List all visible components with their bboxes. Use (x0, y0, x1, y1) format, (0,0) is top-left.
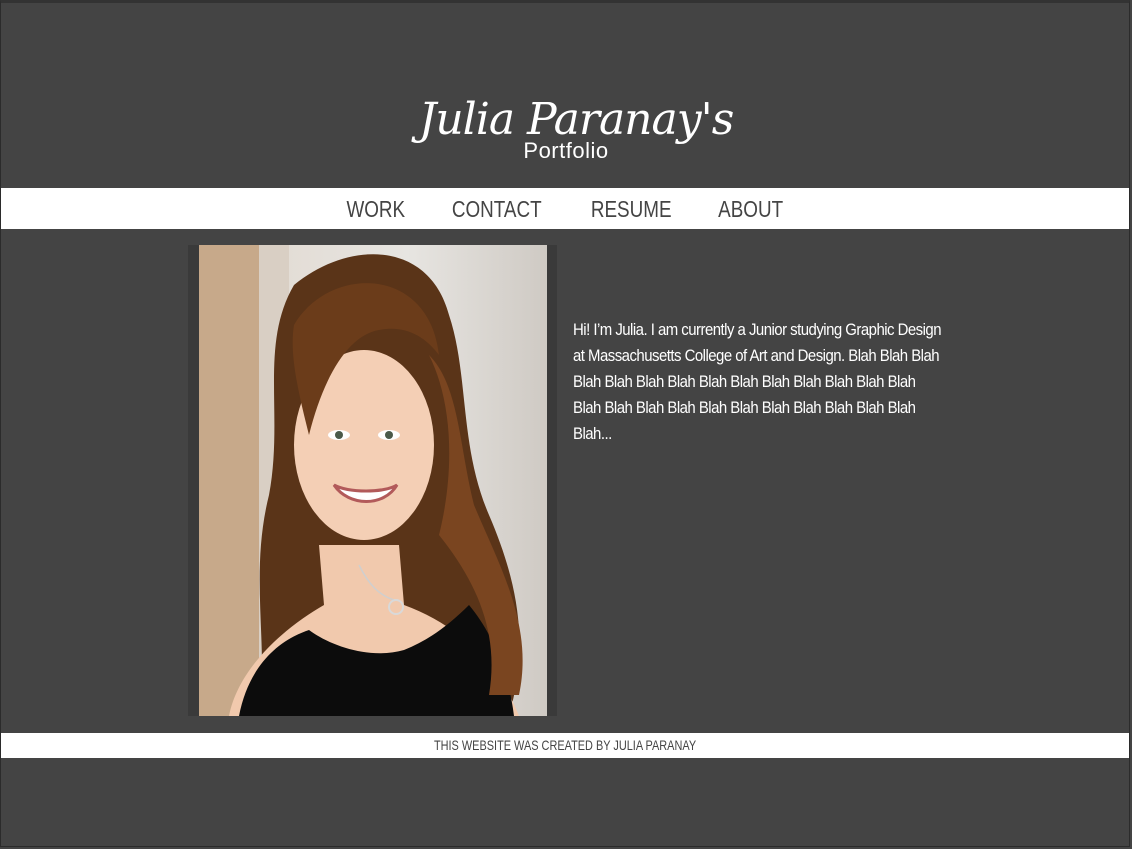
logo-subtitle: Portfolio (523, 138, 609, 163)
footer-credit: THIS WEBSITE WAS CREATED BY JULIA PARANA… (433, 737, 697, 753)
nav-item-resume[interactable]: RESUME (591, 188, 672, 231)
profile-photo (199, 245, 547, 716)
about-paragraph: Hi! I’m Julia. I am currently a Junior s… (573, 320, 942, 443)
site-logo[interactable]: Julia Paranay's Portfolio (0, 95, 1132, 163)
portrait-illustration (199, 245, 523, 716)
nav-item-contact[interactable]: CONTACT (452, 188, 542, 231)
profile-photo-frame (188, 245, 557, 716)
main-nav: WORK CONTACT RESUME ABOUT (1, 188, 1129, 229)
nav-item-about[interactable]: ABOUT (718, 188, 783, 231)
site-footer: THIS WEBSITE WAS CREATED BY JULIA PARANA… (1, 733, 1129, 758)
nav-item-work[interactable]: WORK (346, 188, 405, 231)
